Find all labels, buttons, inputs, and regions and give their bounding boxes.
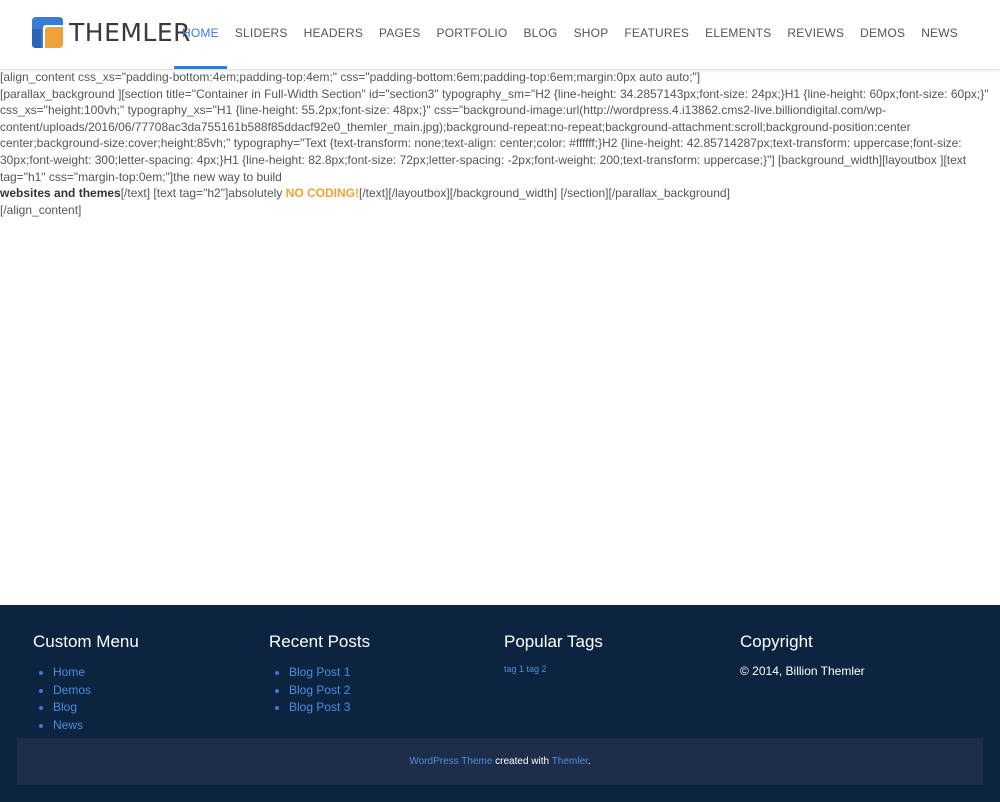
shortcode-line-2: [parallax_background ][section title="Co… <box>0 86 989 184</box>
nav-item-elements[interactable]: ELEMENTS <box>697 0 779 69</box>
menu-link-demos[interactable]: Demos <box>53 683 91 697</box>
nav-item-reviews[interactable]: REVIEWS <box>779 0 852 69</box>
list-item: Blog Post 1 <box>289 664 489 682</box>
footer-recent-posts: Recent Posts Blog Post 1 Blog Post 2 Blo… <box>269 632 489 717</box>
nav-item-shop[interactable]: SHOP <box>566 0 617 69</box>
custom-menu-title: Custom Menu <box>33 632 139 651</box>
list-item: Home <box>53 664 253 682</box>
list-item: News <box>53 717 253 735</box>
footer-custom-menu: Custom Menu Home Demos Blog News <box>33 632 253 734</box>
nav-item-home[interactable]: HOME <box>174 0 227 69</box>
nav-item-portfolio[interactable]: PORTFOLIO <box>429 0 516 69</box>
nav-item-features[interactable]: FEATURES <box>616 0 697 69</box>
copyright-text: © 2014, Billion Themler <box>740 664 865 678</box>
nav-item-news[interactable]: NEWS <box>913 0 966 69</box>
list-item: Blog Post 3 <box>289 699 489 717</box>
shortcode-line-1: [align_content css_xs="padding-bottom:4e… <box>0 70 701 84</box>
credit-mid-text: created with <box>492 756 552 767</box>
list-item: Demos <box>53 682 253 700</box>
site-logo[interactable]: THEMLER <box>32 16 191 48</box>
nav-item-demos[interactable]: DEMOS <box>852 0 913 69</box>
shortcode-line-3-end: [/text][/layoutbox][/background_width] [… <box>359 186 730 201</box>
menu-link-home[interactable]: Home <box>53 665 85 679</box>
shortcode-line-4: [/align_content] <box>0 202 82 217</box>
copyright-title: Copyright <box>740 632 813 651</box>
nav-item-blog[interactable]: BLOG <box>515 0 565 69</box>
raw-shortcode-content: [align_content css_xs="padding-bottom:4e… <box>0 69 1000 218</box>
shortcode-line-3-mid: [/text] [text tag="h2"]absolutely <box>120 186 286 201</box>
tag-cloud[interactable]: tag 1 tag 2 <box>504 664 724 674</box>
list-item: Blog <box>53 699 253 717</box>
nav-item-pages[interactable]: PAGES <box>371 0 428 69</box>
logo-text: THEMLER <box>69 17 192 47</box>
recent-posts-list: Blog Post 1 Blog Post 2 Blog Post 3 <box>269 664 489 717</box>
post-link-3[interactable]: Blog Post 3 <box>289 700 350 714</box>
menu-link-blog[interactable]: Blog <box>53 700 77 714</box>
themler-logo-icon <box>32 16 63 48</box>
main-nav: HOME SLIDERS HEADERS PAGES PORTFOLIO BLO… <box>174 0 966 69</box>
site-header: THEMLER HOME SLIDERS HEADERS PAGES PORTF… <box>0 0 1000 70</box>
post-link-1[interactable]: Blog Post 1 <box>289 665 350 679</box>
popular-tags-title: Popular Tags <box>504 632 603 651</box>
custom-menu-list: Home Demos Blog News <box>33 664 253 734</box>
nav-item-sliders[interactable]: SLIDERS <box>227 0 296 69</box>
themler-link[interactable]: Themler <box>552 756 588 767</box>
footer-copyright: Copyright © 2014, Billion Themler <box>740 632 960 678</box>
recent-posts-title: Recent Posts <box>269 632 371 651</box>
no-coding-highlight: NO CODING! <box>285 186 360 201</box>
menu-link-news[interactable]: News <box>53 718 83 732</box>
post-link-2[interactable]: Blog Post 2 <box>289 683 350 697</box>
nav-item-headers[interactable]: HEADERS <box>296 0 371 69</box>
footer-credit-bar: WordPress Theme created with Themler. <box>17 738 983 785</box>
credit-end-text: . <box>587 756 591 767</box>
footer-popular-tags: Popular Tags tag 1 tag 2 <box>504 632 724 674</box>
site-footer: Custom Menu Home Demos Blog News Recent … <box>0 605 1000 802</box>
shortcode-line-3: websites and themes[/text] [text tag="h2… <box>0 185 1000 202</box>
headline-bold-text: websites and themes <box>0 186 121 201</box>
list-item: Blog Post 2 <box>289 682 489 700</box>
wordpress-theme-link[interactable]: WordPress Theme <box>409 756 492 767</box>
